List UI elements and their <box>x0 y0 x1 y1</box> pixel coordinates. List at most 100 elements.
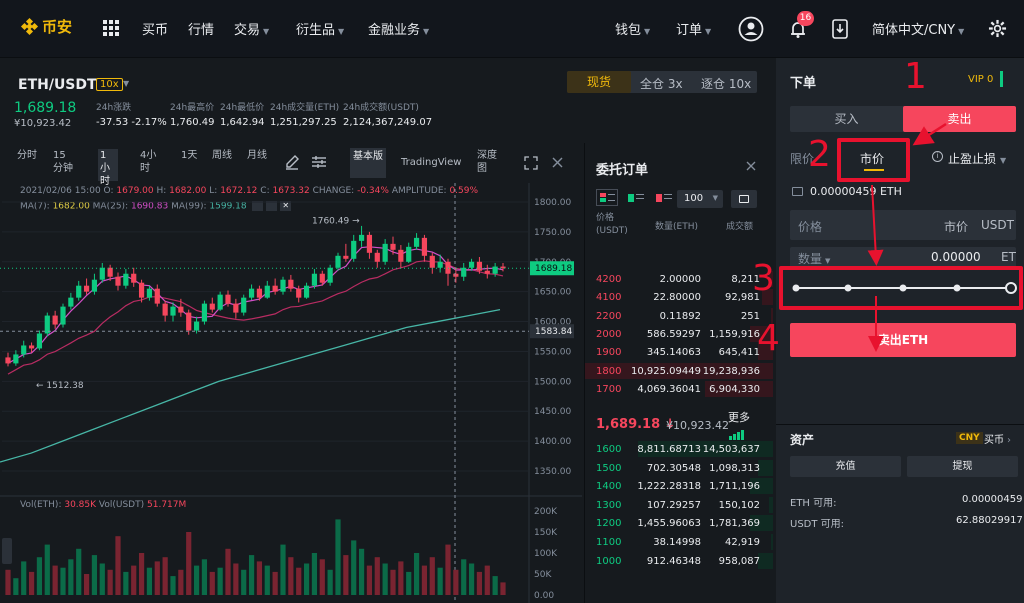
ask-row[interactable]: 1700 4,069.36041 6,904,330 <box>585 380 773 398</box>
chart-basic-button[interactable]: 基本版 <box>350 148 386 178</box>
last-price-fiat: ¥10,923.42 <box>14 118 72 129</box>
bid-depth-bar <box>769 496 773 513</box>
buy-crypto-link[interactable]: 买币 › <box>984 431 1011 446</box>
fullscreen-icon[interactable] <box>524 156 538 170</box>
volume-bar <box>382 563 388 595</box>
candle-body <box>178 306 184 313</box>
volume-tick-label: 200K <box>534 507 558 517</box>
candle-body <box>248 288 255 298</box>
bid-row[interactable]: 1600 8,811.68713 14,503,637 <box>585 440 773 458</box>
volume-bar <box>146 567 153 595</box>
nav-trade[interactable]: 交易 ▼ <box>234 19 269 38</box>
volume-bar <box>327 569 333 595</box>
y-tick-label: 1450.00 <box>534 407 571 417</box>
interval-tab[interactable]: 4小时 <box>140 149 160 175</box>
buy-tab[interactable]: 买入 <box>790 106 903 132</box>
tab-isolated-margin[interactable]: 逐仓 10x <box>701 75 751 92</box>
bid-row[interactable]: 1400 1,222.28318 1,711,196 <box>585 477 773 495</box>
deposit-button[interactable]: 充值 <box>790 456 901 477</box>
apps-grid-icon[interactable] <box>103 20 119 36</box>
book-asks-icon[interactable] <box>655 191 673 205</box>
chart-tradingview-button[interactable]: TradingView <box>401 156 461 169</box>
candle-body <box>201 303 208 322</box>
eth-available-value: 0.00000459 <box>962 494 1023 505</box>
tab-spot[interactable]: 现货 <box>567 71 631 93</box>
interval-tab[interactable]: 月线 <box>247 149 273 162</box>
price-field-value: 市价 <box>944 220 969 234</box>
bid-row[interactable]: 1300 107.29257 150,102 <box>585 496 773 514</box>
ask-price: 4100 <box>596 292 622 304</box>
pencil-icon[interactable] <box>284 154 300 170</box>
ask-total: 6,904,330 <box>709 383 760 395</box>
tab-cross-margin[interactable]: 全仓 3x <box>640 75 683 92</box>
chart-depth-button[interactable]: 深度图 <box>477 149 501 175</box>
ask-row[interactable]: 2200 0.11892 251 <box>585 307 773 325</box>
nav-wallet[interactable]: 钱包 ▼ <box>615 19 650 38</box>
ask-price: 1800 <box>596 365 622 377</box>
nav-finance[interactable]: 金融业务 ▼ <box>368 19 429 38</box>
candle-body <box>225 294 231 304</box>
download-icon[interactable] <box>832 19 848 39</box>
nav-markets[interactable]: 行情 <box>188 19 214 38</box>
candle-body <box>437 261 443 268</box>
candlestick-chart[interactable]: 1800.001750.001700.001650.001600.001550.… <box>0 183 582 603</box>
price-field[interactable]: 价格 市价 USDT <box>790 210 1016 240</box>
stat-value: 1,642.94 <box>220 117 265 128</box>
volume-bar <box>107 569 113 595</box>
user-avatar-icon[interactable] <box>738 16 764 42</box>
close-icon[interactable] <box>552 157 563 168</box>
bid-row[interactable]: 1000 912.46348 958,087 <box>585 552 773 570</box>
gear-icon[interactable] <box>988 19 1007 38</box>
ask-row[interactable]: 1900 345.14063 645,411 <box>585 343 773 361</box>
language-currency-select[interactable]: 简体中文/CNY ▼ <box>872 19 964 38</box>
interval-tab[interactable]: 1小时 <box>98 149 118 187</box>
close-icon[interactable] <box>746 161 756 171</box>
withdraw-button[interactable]: 提现 <box>907 456 1018 477</box>
sell-tab[interactable]: 卖出 <box>903 106 1016 132</box>
interval-tab[interactable]: 分时 <box>17 149 39 162</box>
volume-bar <box>91 555 98 595</box>
ask-row[interactable]: 2000 586.59297 1,159,916 <box>585 325 773 343</box>
bid-row[interactable]: 1200 1,455.96063 1,781,369 <box>585 514 773 532</box>
order-book-title: 委托订单 <box>596 163 649 178</box>
book-both-icon[interactable] <box>596 189 618 206</box>
pair-name[interactable]: ETH/USDT <box>18 77 97 93</box>
candle-body <box>60 306 66 325</box>
nav-buy-crypto[interactable]: 买币 <box>142 19 168 38</box>
ask-price: 4200 <box>596 274 622 285</box>
sell-eth-button[interactable]: 卖出ETH <box>790 323 1016 357</box>
stop-limit-tab[interactable]: 止盈止损 ▼ <box>948 150 1006 167</box>
bid-total: 42,919 <box>725 537 760 548</box>
nav-wallet-label: 钱包 <box>615 23 642 38</box>
info-icon[interactable]: i <box>932 151 943 162</box>
book-settings-icon[interactable] <box>731 190 757 208</box>
candle-body <box>492 266 498 274</box>
chevron-down-icon[interactable]: ▼ <box>123 79 129 88</box>
ask-row[interactable]: 1800 10,925.09449 19,238,936 <box>585 362 773 380</box>
ask-row[interactable]: 4200 2.00000 8,211 <box>585 270 773 288</box>
ask-row[interactable]: 4100 22.80000 92,981 <box>585 288 773 306</box>
chevron-right-icon: › <box>1007 435 1011 446</box>
bid-qty: 702.30548 <box>646 462 701 474</box>
book-bids-icon[interactable] <box>627 191 645 205</box>
more-link[interactable]: 更多 <box>728 409 750 425</box>
chevron-down-icon: ▼ <box>712 194 718 202</box>
collapse-handle[interactable] <box>2 538 12 564</box>
interval-tab[interactable]: 1天 <box>181 149 203 162</box>
candle-body <box>335 255 341 268</box>
volume-bar <box>319 559 325 595</box>
interval-tab[interactable]: 15分钟 <box>53 149 73 175</box>
nav-derivatives[interactable]: 衍生品 ▼ <box>296 19 344 38</box>
indicator-settings-icon[interactable] <box>311 155 327 169</box>
brand-logo[interactable]: 币安 <box>20 16 72 37</box>
ask-total: 1,159,916 <box>709 328 760 340</box>
volume-bar <box>68 559 74 595</box>
volume-bar <box>492 576 498 595</box>
depth-select[interactable]: 100 ▼ <box>677 190 723 208</box>
bid-row[interactable]: 1500 702.30548 1,098,313 <box>585 459 773 477</box>
volume-bar <box>366 565 373 595</box>
interval-tab[interactable]: 周线 <box>212 149 234 162</box>
quantity-label-text: 数量 <box>798 252 823 266</box>
nav-orders[interactable]: 订单 ▼ <box>676 19 711 38</box>
bid-row[interactable]: 1100 38.14998 42,919 <box>585 533 773 551</box>
